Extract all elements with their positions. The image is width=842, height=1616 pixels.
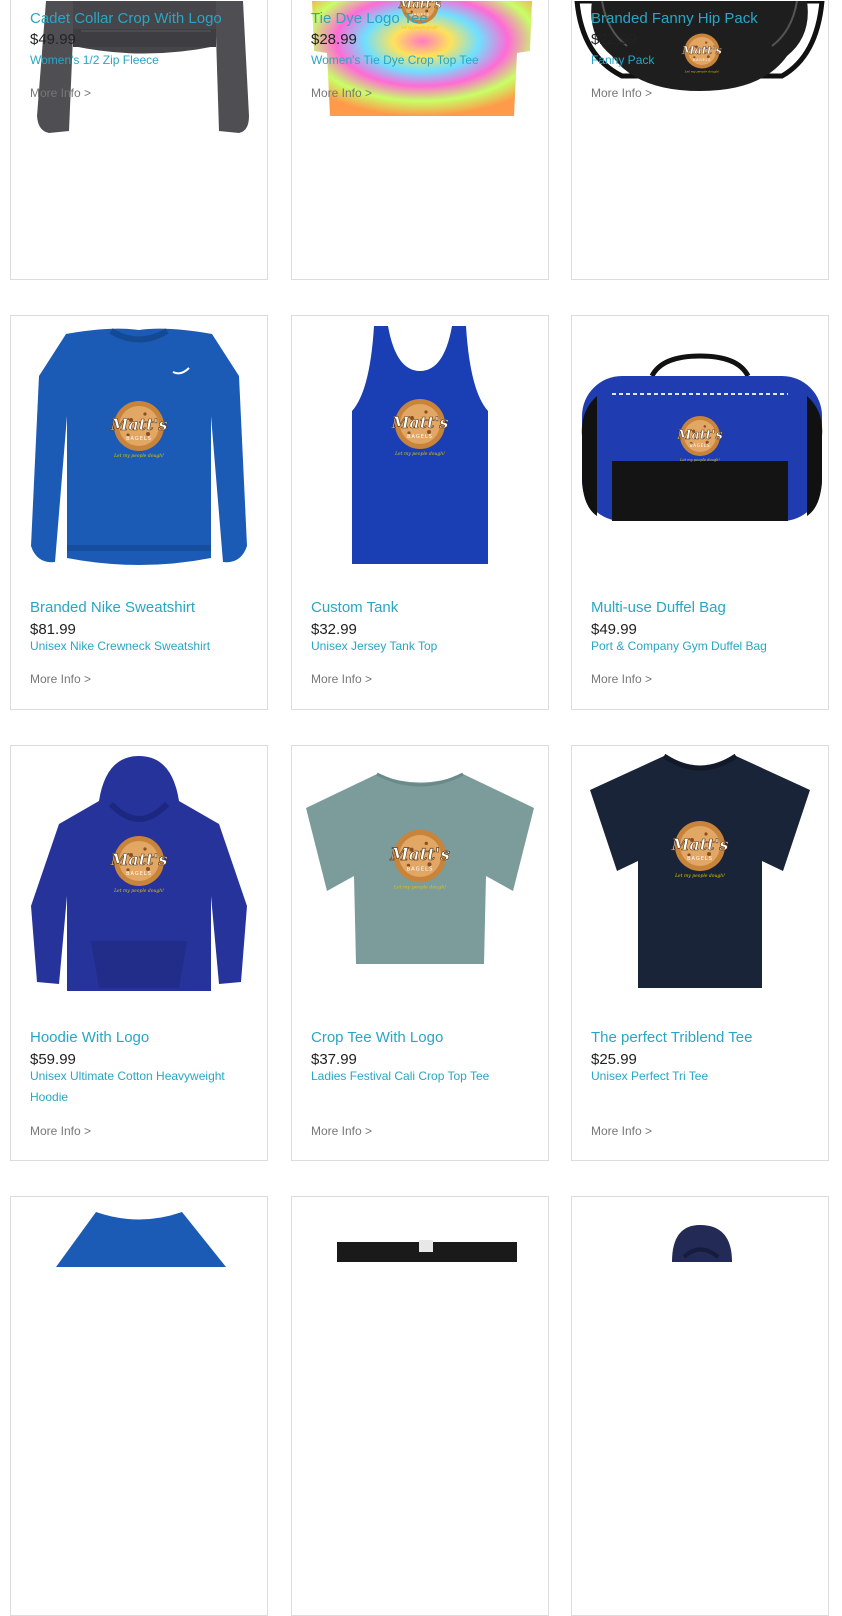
svg-text:Let my people dough!: Let my people dough! (674, 873, 725, 879)
product-image-link[interactable]: Matt's BAGELS Let my people dough! (572, 746, 828, 1006)
product-image: Matt's BAGELS Let my people dough! (306, 772, 534, 964)
product-price: $49.99 (30, 31, 76, 48)
product-price: $22.99 (591, 31, 637, 48)
product-description-link[interactable]: Women's Tie Dye Crop Top Tee (311, 50, 533, 71)
product-title-link[interactable]: The perfect Triblend Tee (591, 1029, 752, 1046)
svg-text:Matt's: Matt's (671, 835, 729, 854)
product-card[interactable]: Matt's BAGELS Let my people dough! Brand… (10, 315, 268, 710)
svg-text:BAGELS: BAGELS (687, 856, 713, 862)
product-title-link[interactable]: Custom Tank (311, 599, 398, 616)
more-info-link[interactable]: More Info > (591, 86, 652, 100)
more-info-link[interactable]: More Info > (591, 672, 652, 686)
product-image (56, 1212, 226, 1267)
product-description-link[interactable]: Unisex Perfect Tri Tee (591, 1066, 813, 1087)
product-image: Matt's BAGELS Let my people dough! (31, 756, 247, 991)
more-info-link[interactable]: More Info > (30, 1124, 91, 1138)
product-price: $28.99 (311, 31, 357, 48)
product-image (337, 1240, 517, 1262)
product-image-link[interactable] (572, 1197, 828, 1457)
product-image-link[interactable]: Matt's BAGELS Let my people dough! (292, 746, 548, 1006)
product-title-link[interactable]: Hoodie With Logo (30, 1029, 149, 1046)
product-image (672, 1225, 732, 1262)
svg-text:BAGELS: BAGELS (126, 436, 152, 442)
svg-text:Let my people dough!: Let my people dough! (679, 458, 720, 462)
svg-text:Matt's: Matt's (110, 415, 168, 434)
more-info-link[interactable]: More Info > (30, 86, 91, 100)
product-description-link[interactable]: Women's 1/2 Zip Fleece (30, 50, 252, 71)
product-image-link[interactable]: Matt's BAGELS Let my people dough! (572, 316, 828, 576)
product-title-link[interactable]: Cadet Collar Crop With Logo (30, 10, 222, 27)
product-description-link[interactable]: Ladies Festival Cali Crop Top Tee (311, 1066, 533, 1087)
product-card[interactable]: Cadet Collar Crop With Logo $49.99 Women… (10, 0, 268, 280)
svg-text:Let my people dough!: Let my people dough! (393, 885, 446, 891)
svg-text:BAGELS: BAGELS (126, 871, 152, 877)
product-description-link[interactable]: Fanny Pack (591, 50, 813, 71)
product-title-link[interactable]: Multi-use Duffel Bag (591, 599, 726, 616)
svg-text:Let my people dough!: Let my people dough! (113, 453, 164, 459)
product-title-link[interactable]: Tie Dye Logo Tee (311, 10, 428, 27)
product-image: Matt's BAGELS Let my people dough! (590, 753, 810, 988)
product-description-link[interactable]: Port & Company Gym Duffel Bag (591, 636, 813, 657)
svg-text:Let my people dough!: Let my people dough! (394, 451, 445, 457)
product-card[interactable]: Matt's BAGELS Let my people dough! Crop … (291, 745, 549, 1161)
product-card[interactable]: Matt's BAGELS Let my people dough! Multi… (571, 315, 829, 710)
product-image-link[interactable]: Matt's BAGELS Let my people dough! (292, 316, 548, 576)
more-info-link[interactable]: More Info > (591, 1124, 652, 1138)
product-title-link[interactable]: Branded Fanny Hip Pack (591, 10, 758, 27)
svg-text:Matt's: Matt's (391, 413, 449, 432)
product-image: Matt's BAGELS Let my people dough! (31, 328, 247, 565)
product-image-link[interactable]: Matt's BAGELS Let my people dough! (11, 746, 267, 1006)
svg-text:BAGELS: BAGELS (690, 443, 711, 448)
product-description-link[interactable]: Unisex Ultimate Cotton Heavyweight Hoodi… (30, 1066, 252, 1108)
product-card[interactable] (291, 1196, 549, 1616)
more-info-link[interactable]: More Info > (311, 86, 372, 100)
svg-text:Let my people dough!: Let my people dough! (113, 888, 164, 894)
product-image: Matt's BAGELS Let my people dough! (352, 326, 488, 564)
more-info-link[interactable]: More Info > (311, 672, 372, 686)
product-card[interactable]: Matt's BAGELS Let my people dough! The p… (571, 745, 829, 1161)
product-card[interactable]: Matt's BAGELS Let my people dough! Custo… (291, 315, 549, 710)
product-description-link[interactable]: Unisex Jersey Tank Top (311, 636, 533, 657)
svg-text:BAGELS: BAGELS (406, 867, 433, 873)
svg-text:Matt's: Matt's (389, 844, 450, 864)
product-image: Matt's BAGELS Let my people dough! (581, 353, 823, 521)
more-info-link[interactable]: More Info > (30, 672, 91, 686)
svg-text:BAGELS: BAGELS (407, 434, 433, 440)
product-image-link[interactable] (292, 1197, 548, 1457)
product-image-link[interactable] (11, 1197, 267, 1457)
product-card[interactable] (571, 1196, 829, 1616)
product-image-link[interactable]: Matt's BAGELS Let my people dough! (11, 316, 267, 576)
product-title-link[interactable]: Branded Nike Sweatshirt (30, 599, 195, 616)
svg-text:Matt's: Matt's (676, 428, 722, 443)
more-info-link[interactable]: More Info > (311, 1124, 372, 1138)
product-card[interactable]: Matt's BAGELS Let my people dough! Hoodi… (10, 745, 268, 1161)
product-card[interactable]: Matt's BAGELS Let my people dough! Tie D… (291, 0, 549, 280)
svg-text:Matt's: Matt's (110, 850, 168, 869)
product-description-link[interactable]: Unisex Nike Crewneck Sweatshirt (30, 636, 252, 657)
product-card[interactable] (10, 1196, 268, 1616)
product-card[interactable]: Matt's BAGELS Let my people dough! Brand… (571, 0, 829, 280)
product-title-link[interactable]: Crop Tee With Logo (311, 1029, 443, 1046)
